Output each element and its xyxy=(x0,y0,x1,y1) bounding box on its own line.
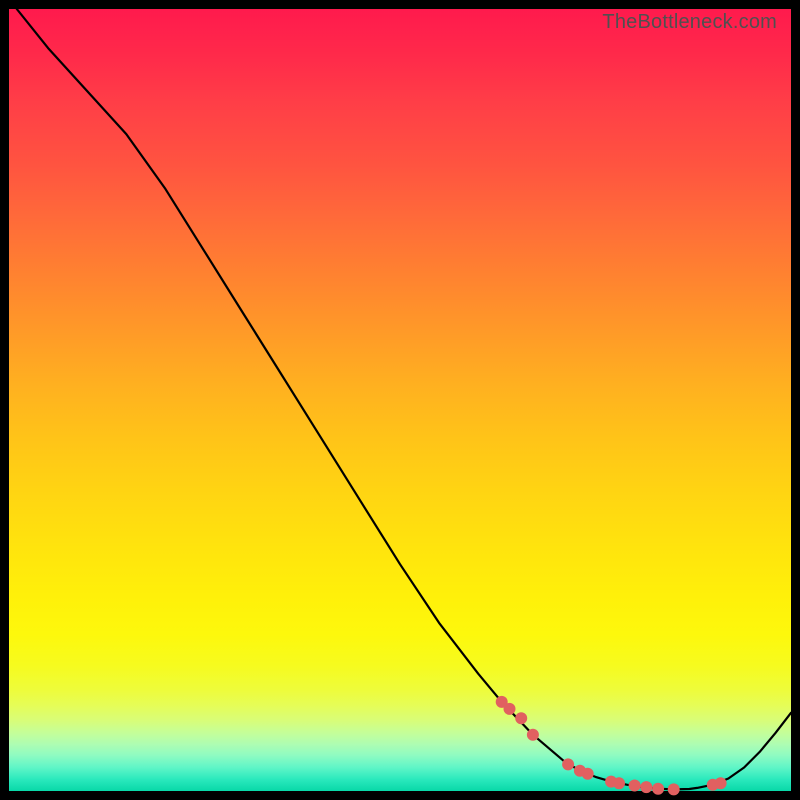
marker-point xyxy=(504,703,516,715)
marker-point xyxy=(640,781,652,793)
bottleneck-curve xyxy=(17,9,791,789)
marker-point xyxy=(527,729,539,741)
marker-point xyxy=(515,712,527,724)
marker-point xyxy=(613,777,625,789)
marker-point xyxy=(582,768,594,780)
marker-group xyxy=(496,696,727,796)
chart-svg xyxy=(9,9,791,791)
marker-point xyxy=(715,777,727,789)
marker-point xyxy=(562,758,574,770)
marker-point xyxy=(668,783,680,795)
marker-point xyxy=(652,783,664,795)
chart-frame: TheBottleneck.com xyxy=(0,0,800,800)
marker-point xyxy=(629,780,641,792)
plot-area: TheBottleneck.com xyxy=(9,9,791,791)
